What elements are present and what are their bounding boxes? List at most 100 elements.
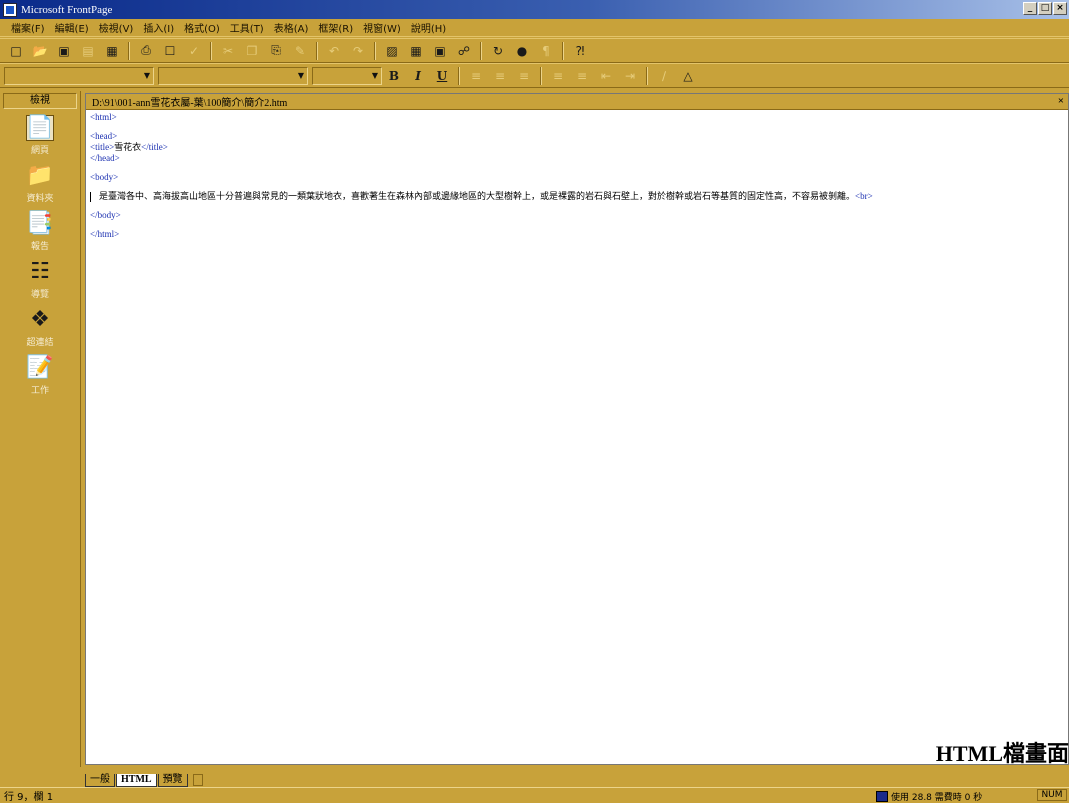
folder-view-icon: 📁 [26, 163, 54, 188]
maximize-button[interactable]: □ [1038, 2, 1052, 15]
insert-table-icon[interactable]: ▦ [406, 42, 426, 60]
reports-view-icon: 📑 [26, 211, 54, 236]
font-color-icon[interactable]: △ [678, 67, 698, 85]
publish-icon[interactable]: ▤ [78, 42, 98, 60]
font-size-dropdown[interactable]: ▼ [312, 66, 382, 85]
window-title: Microsoft FrontPage [21, 3, 113, 16]
align-center-icon[interactable]: ≡ [490, 67, 510, 85]
redo-icon[interactable]: ↷ [348, 42, 368, 60]
align-left-icon[interactable]: ≡ [466, 67, 486, 85]
bold-button[interactable]: B [384, 67, 404, 85]
hyperlinks-view-icon: ❖ [30, 307, 50, 332]
undo-icon[interactable]: ↶ [324, 42, 344, 60]
close-document-icon[interactable]: × [1058, 95, 1064, 107]
toolbar-separator [646, 66, 648, 85]
menu-bar: 檔案(F) 編輯(E) 檢視(V) 插入(I) 格式(O) 工具(T) 表格(A… [0, 19, 1069, 37]
num-lock-indicator: NUM [1037, 789, 1067, 801]
title-bar: Microsoft FrontPage _ □ × [0, 0, 1069, 19]
tab-html[interactable]: HTML [116, 773, 157, 787]
menu-edit[interactable]: 編輯(E) [50, 20, 94, 35]
menu-window[interactable]: 視窗(W) [358, 20, 406, 35]
menu-insert[interactable]: 插入(I) [138, 20, 179, 35]
download-time: 使用 28.8 需費時 0 秒 [891, 793, 983, 803]
view-navigation[interactable]: ☷ 導覽 [3, 255, 78, 303]
code-line: </body> [90, 210, 121, 220]
increase-indent-icon[interactable]: ⇥ [620, 67, 640, 85]
text-caret [90, 191, 91, 202]
code-line: </html> [90, 229, 120, 239]
menu-table[interactable]: 表格(A) [269, 20, 314, 35]
bullets-icon[interactable]: ≡ [572, 67, 592, 85]
font-dropdown[interactable]: ▼ [158, 66, 308, 85]
new-page-icon[interactable]: □ [6, 42, 26, 60]
code-line: <html> [90, 112, 117, 122]
code-line: 是臺灣各中、高海拔高山地區十分普遍與常見的一類葉狀地衣，喜歡著生在森林內部或邊緣… [90, 191, 1064, 202]
status-bar: 行 9，欄 1 使用 28.8 需費時 0 秒 NUM [0, 787, 1069, 803]
insert-component-icon[interactable]: ▨ [382, 42, 402, 60]
window-controls: _ □ × [1023, 2, 1067, 15]
decrease-indent-icon[interactable]: ⇤ [596, 67, 616, 85]
menu-file[interactable]: 檔案(F) [6, 20, 50, 35]
cursor-position: 行 9，欄 1 [4, 792, 54, 803]
view-hyperlinks[interactable]: ❖ 超連結 [3, 303, 78, 351]
view-reports[interactable]: 📑 報告 [3, 207, 78, 255]
file-path: D:\91\001-ann雪花衣屬-葉\100簡介\簡介2.htm [92, 98, 288, 109]
view-tasks[interactable]: 📝 工作 [3, 351, 78, 399]
html-editor[interactable]: D:\91\001-ann雪花衣屬-葉\100簡介\簡介2.htm × <htm… [85, 93, 1069, 765]
close-button[interactable]: × [1053, 2, 1067, 15]
toolbar-separator [128, 41, 130, 60]
standard-toolbar: □ 📂 ▣ ▤ ▦ ⎙ ☐ ✓ ✂ ❐ ⎘ ✎ ↶ ↷ ▨ ▦ ▣ ☍ ↻ ● … [0, 38, 1069, 63]
toolbar-separator [210, 41, 212, 60]
italic-button[interactable]: I [408, 67, 428, 85]
views-bar: 檢視 📄 網頁 📁 資料夾 📑 報告 ☷ 導覽 ❖ 超連結 📝 工作 [0, 91, 81, 767]
folder-list-icon[interactable]: ▦ [102, 42, 122, 60]
spelling-icon[interactable]: ✓ [184, 42, 204, 60]
save-icon[interactable]: ▣ [54, 42, 74, 60]
menu-view[interactable]: 檢視(V) [94, 20, 139, 35]
formatting-toolbar: ▼ ▼ ▼ B I U ≡ ≡ ≡ ≡ ≡ ⇤ ⇥ ∕ △ [0, 63, 1069, 88]
caption-overlay: HTML檔畫面 [935, 741, 1069, 766]
print-icon[interactable]: ⎙ [136, 42, 156, 60]
align-right-icon[interactable]: ≡ [514, 67, 534, 85]
stop-icon[interactable]: ● [512, 42, 532, 60]
toolbar-separator [316, 41, 318, 60]
print-preview-icon[interactable]: ☐ [160, 42, 180, 60]
view-tabs: 一般 HTML 預覽 [85, 773, 1069, 787]
menu-tools[interactable]: 工具(T) [225, 20, 269, 35]
cut-icon[interactable]: ✂ [218, 42, 238, 60]
code-area[interactable]: <html> <head> <title>雪花衣</title> </head>… [86, 110, 1068, 242]
frontpage-app-icon[interactable] [3, 2, 17, 17]
format-painter-icon[interactable]: ✎ [290, 42, 310, 60]
insert-picture-icon[interactable]: ▣ [430, 42, 450, 60]
code-line: <title>雪花衣</title> [90, 142, 168, 152]
numbering-icon[interactable]: ≡ [548, 67, 568, 85]
highlight-icon[interactable]: ∕ [654, 67, 674, 85]
copy-icon[interactable]: ❐ [242, 42, 262, 60]
code-line: <head> [90, 131, 118, 141]
menu-help[interactable]: 說明(H) [406, 20, 451, 35]
paste-icon[interactable]: ⎘ [266, 42, 286, 60]
toolbar-separator [540, 66, 542, 85]
tab-normal[interactable]: 一般 [85, 773, 115, 787]
minimize-button[interactable]: _ [1023, 2, 1037, 15]
show-all-icon[interactable]: ¶ [536, 42, 556, 60]
network-icon [876, 791, 888, 802]
menu-frames[interactable]: 框架(R) [313, 20, 358, 35]
toolbar-separator [480, 41, 482, 60]
tasks-view-icon: 📝 [26, 355, 54, 380]
toolbar-separator [374, 41, 376, 60]
code-line: </head> [90, 153, 120, 163]
underline-button[interactable]: U [432, 67, 452, 85]
toolbar-separator [562, 41, 564, 60]
view-folders[interactable]: 📁 資料夾 [3, 159, 78, 207]
open-icon[interactable]: 📂 [30, 42, 50, 60]
view-page[interactable]: 📄 網頁 [3, 111, 78, 159]
toolbar-separator [458, 66, 460, 85]
tab-scroll-button[interactable] [192, 774, 203, 786]
menu-format[interactable]: 格式(O) [179, 20, 225, 35]
style-dropdown[interactable]: ▼ [4, 66, 154, 85]
tab-preview[interactable]: 預覽 [157, 773, 188, 787]
hyperlink-icon[interactable]: ☍ [454, 42, 474, 60]
help-icon[interactable]: ⁈ [570, 42, 590, 60]
refresh-icon[interactable]: ↻ [488, 42, 508, 60]
